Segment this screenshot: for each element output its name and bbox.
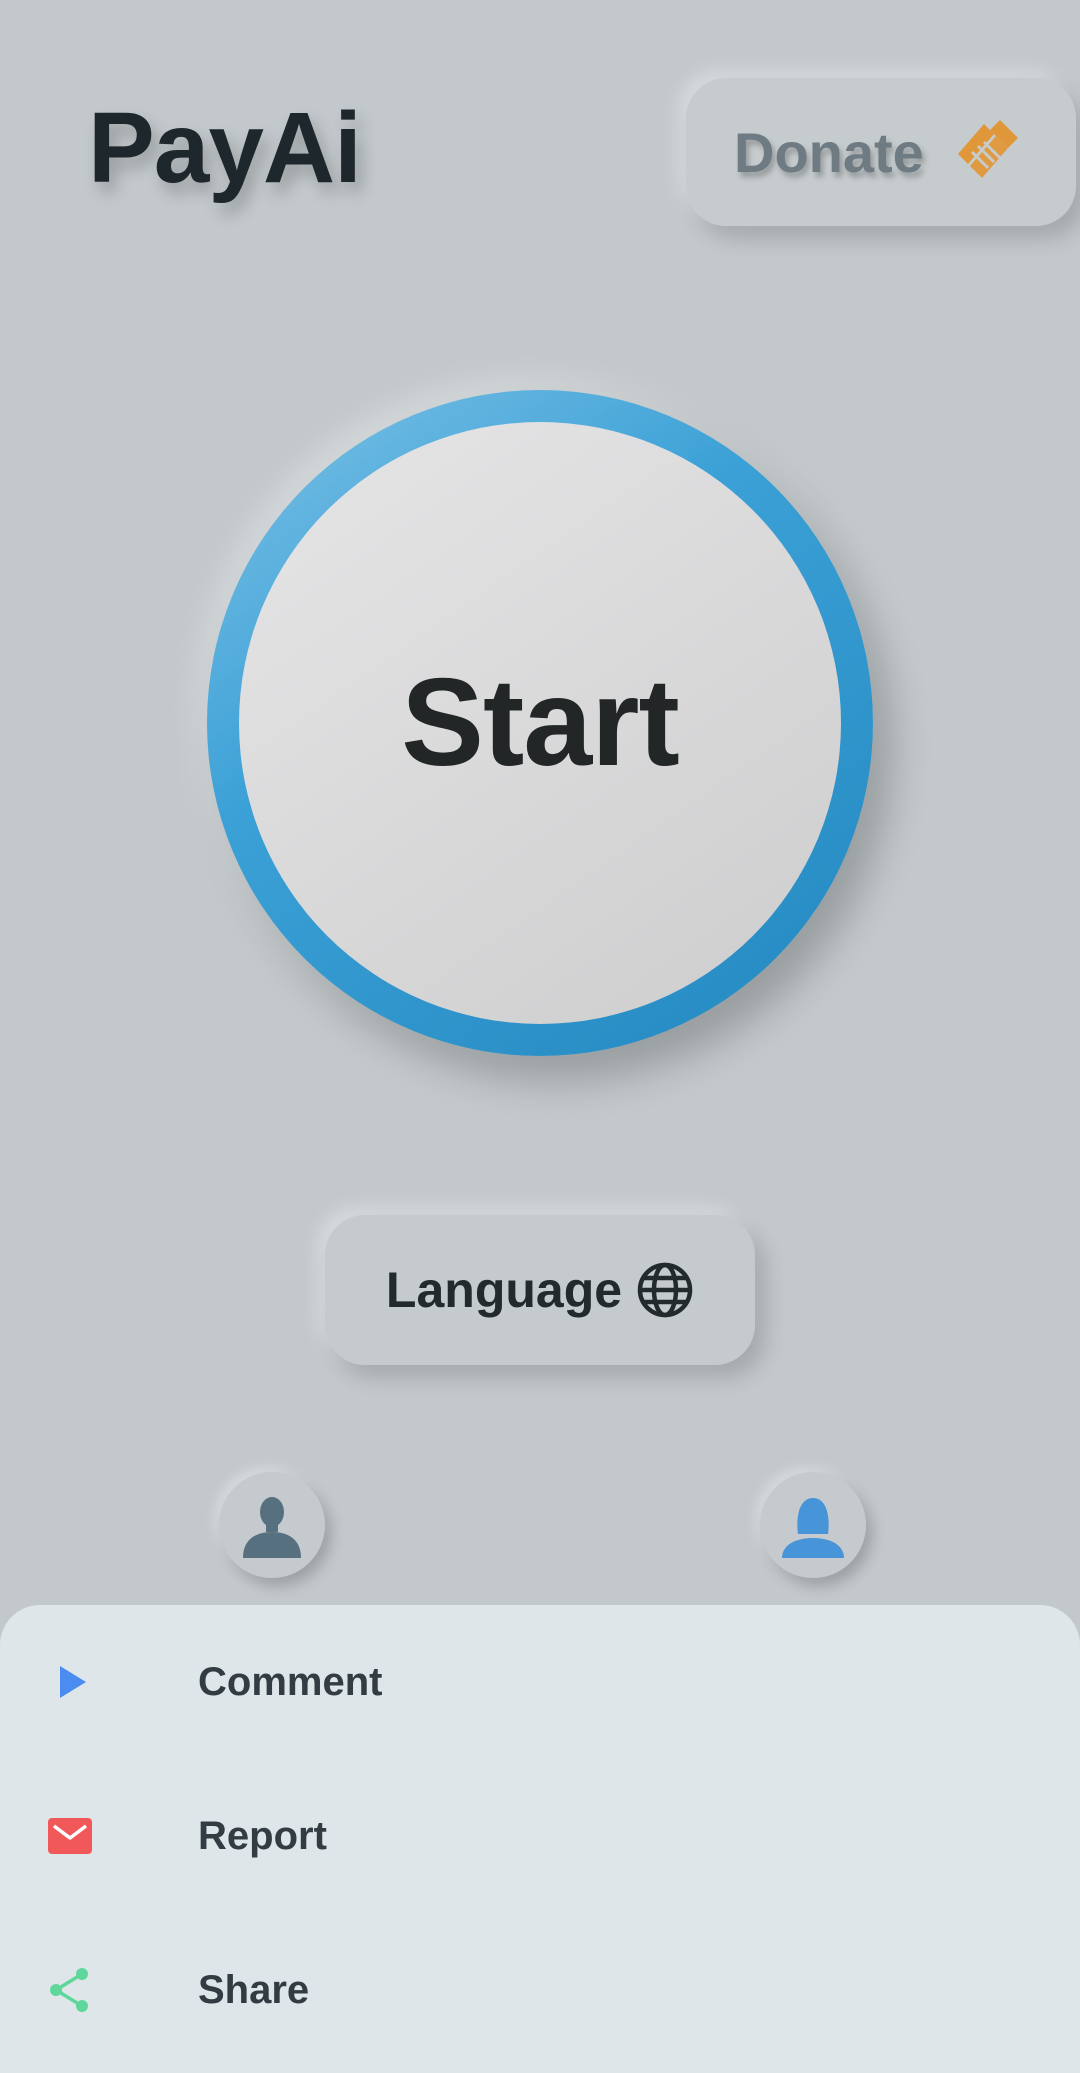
menu-item-label: Share xyxy=(198,1967,310,2012)
start-label: Start xyxy=(401,654,680,792)
female-user-icon xyxy=(782,1498,844,1558)
menu-item-share[interactable]: Share xyxy=(0,1913,1080,2067)
app-title: PayAi xyxy=(88,92,362,204)
male-avatar-button[interactable] xyxy=(219,1472,325,1578)
bottom-sheet-menu: Comment Report Share xyxy=(0,1605,1080,2073)
donate-button[interactable]: Donate xyxy=(686,78,1076,226)
male-user-icon xyxy=(243,1497,301,1558)
globe-icon xyxy=(637,1262,693,1318)
donate-label: Donate xyxy=(734,120,924,184)
female-avatar-button[interactable] xyxy=(760,1472,866,1578)
menu-item-label: Report xyxy=(198,1813,327,1858)
share-icon xyxy=(50,1968,88,2012)
menu-item-label: Comment xyxy=(198,1659,383,1704)
mail-icon xyxy=(48,1818,92,1854)
menu-item-comment[interactable]: Comment xyxy=(0,1605,1080,1759)
play-icon xyxy=(60,1666,86,1698)
start-button[interactable]: Start xyxy=(239,422,841,1024)
start-button-ring: Start xyxy=(207,390,873,1056)
menu-item-report[interactable]: Report xyxy=(0,1759,1080,1913)
language-button[interactable]: Language xyxy=(325,1215,755,1365)
handshake-icon xyxy=(957,120,1018,178)
language-label: Language xyxy=(385,1262,623,1318)
